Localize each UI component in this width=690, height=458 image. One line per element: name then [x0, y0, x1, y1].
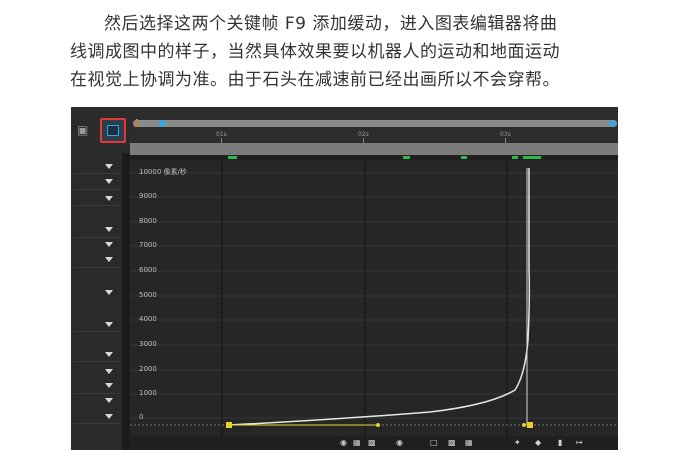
fit-all-icon[interactable]: ▩	[448, 438, 457, 447]
easy-ease-icon[interactable]: ↦	[576, 438, 585, 447]
work-area-bar[interactable]	[130, 143, 618, 155]
expand-arrow-icon[interactable]	[105, 164, 113, 169]
navigator-end-handle[interactable]	[609, 120, 616, 127]
y-tick-label: 9000	[139, 192, 157, 200]
edit-keyframe-icon[interactable]: ◆	[535, 438, 544, 447]
expand-arrow-icon[interactable]	[105, 322, 113, 327]
y-tick-label: 5000	[139, 291, 157, 299]
handle-point	[376, 423, 380, 427]
keyframe-point	[226, 422, 232, 428]
y-tick-label: 3000	[139, 340, 157, 348]
row-divider	[73, 393, 120, 394]
y-axis-unit-label: 10000 像素/秒	[139, 167, 187, 176]
layer-panel-header: ▣	[71, 107, 130, 153]
paragraph-line-2: 线调成图中的样子，当然具体效果要以机器人的运动和地面运动	[70, 42, 560, 62]
expand-arrow-icon[interactable]	[105, 352, 113, 357]
row-divider	[73, 267, 120, 268]
keyframe-marker[interactable]	[461, 156, 467, 159]
paragraph-line-3: 在视觉上协调为准。由于石头在减速前已经出画所以不会穿帮。	[70, 70, 560, 90]
ruler-label-3s: 03s	[500, 131, 511, 138]
graph-type-icon[interactable]: ▦	[353, 438, 362, 447]
panel-separator	[122, 153, 130, 450]
row-divider	[73, 173, 120, 174]
row-divider	[73, 331, 120, 332]
row-divider	[73, 205, 120, 206]
layer-property-rows	[71, 153, 122, 450]
row-divider	[73, 423, 120, 424]
expand-arrow-icon[interactable]	[105, 290, 113, 295]
eye-icon[interactable]: ◉	[340, 438, 349, 447]
expand-arrow-icon[interactable]	[105, 242, 113, 247]
ruler-label-2s: 02s	[358, 131, 369, 138]
graph-editor-toolbar: ◉ ▦ ▩ ◉ □ ▩ ▦ ✦ ◆ ▮ ↦	[130, 436, 618, 450]
row-divider	[73, 189, 120, 190]
keyframe-marker[interactable]	[228, 156, 237, 159]
snap-icon[interactable]: ▩	[368, 438, 377, 447]
keyframe-marker[interactable]	[403, 156, 410, 159]
y-tick-label: 6000	[139, 266, 157, 274]
paragraph-line-1: 然后选择这两个关键帧 F9 添加缓动，进入图表编辑器将曲	[104, 14, 558, 34]
y-tick-label: 1000	[139, 389, 157, 397]
expand-arrow-icon[interactable]	[105, 196, 113, 201]
graph-editor-icon	[107, 125, 119, 136]
expand-arrow-icon[interactable]	[105, 383, 113, 388]
y-tick-label: 2000	[139, 365, 157, 373]
ruler-label-1s: 01s	[216, 131, 227, 138]
expand-arrow-icon[interactable]	[105, 257, 113, 262]
graph-editor-screenshot: ▣ 01s 02s 03s 10000 像素/秒 9000 8000 7000 …	[71, 107, 618, 450]
timeline-header: 01s 02s 03s	[130, 107, 618, 143]
expand-arrow-icon[interactable]	[105, 369, 113, 374]
graph-editor-button[interactable]	[100, 118, 126, 143]
expand-arrow-icon[interactable]	[105, 398, 113, 403]
fit-selection-icon[interactable]: □	[430, 438, 439, 447]
expand-arrow-icon[interactable]	[105, 414, 113, 419]
graph-time-dividers	[221, 160, 508, 436]
separate-dimensions-icon[interactable]: ✦	[514, 438, 523, 447]
expand-arrow-icon[interactable]	[105, 179, 113, 184]
info-icon[interactable]: ◉	[396, 438, 405, 447]
zoom-fit-icon[interactable]: ▦	[465, 438, 474, 447]
keyframe-point	[527, 422, 533, 428]
keyframe-marker[interactable]	[512, 156, 518, 159]
article-paragraph: 然后选择这两个关键帧 F9 添加缓动，进入图表编辑器将曲 线调成图中的样子，当然…	[70, 10, 630, 94]
keyframe-marker[interactable]	[523, 156, 541, 159]
time-navigator-bar[interactable]	[133, 120, 617, 127]
speed-graph[interactable]: 10000 像素/秒 9000 8000 7000 6000 5000 4000…	[130, 160, 618, 436]
y-tick-label: 8000	[139, 217, 157, 225]
expand-arrow-icon[interactable]	[105, 227, 113, 232]
navigator-start-handle[interactable]	[159, 120, 166, 127]
work-area-start-marker[interactable]	[136, 119, 138, 127]
row-divider	[73, 361, 120, 362]
handle-point	[522, 423, 526, 427]
hold-keyframe-icon[interactable]: ▮	[558, 438, 567, 447]
y-tick-label: 4000	[139, 315, 157, 323]
y-tick-label: 0	[139, 413, 143, 421]
layers-icon[interactable]: ▣	[77, 124, 93, 136]
row-divider	[73, 237, 120, 238]
graph-grid	[130, 172, 618, 419]
y-tick-label: 7000	[139, 241, 157, 249]
